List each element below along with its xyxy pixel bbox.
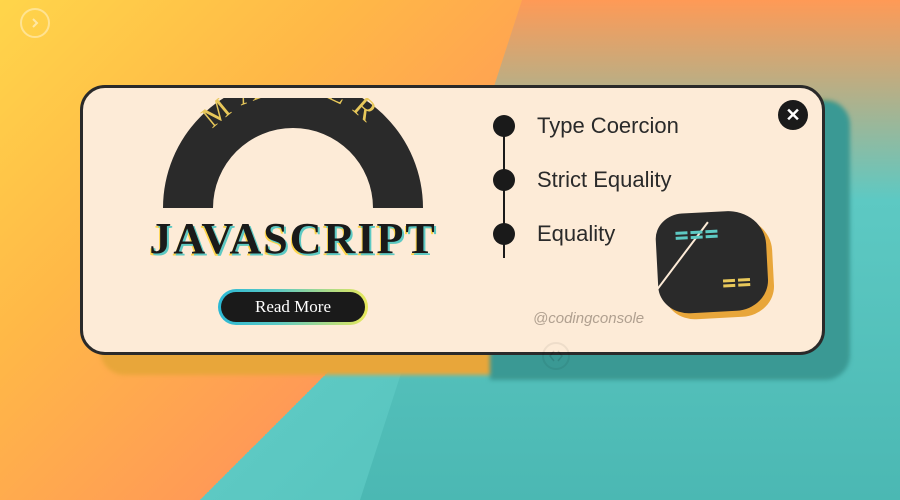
badge-background xyxy=(654,209,769,315)
list-item: Strict Equality xyxy=(493,167,679,193)
double-equals-icon xyxy=(723,278,750,289)
promo-card: ✕ MASTER JAVASCRIPT Read More Type Coerc… xyxy=(80,85,825,355)
list-item: Equality xyxy=(493,221,679,247)
master-arc-badge: MASTER xyxy=(143,98,443,208)
equality-operator-icon xyxy=(657,212,777,322)
bullet-icon xyxy=(493,115,515,137)
close-icon: ✕ xyxy=(785,105,800,126)
social-handle: @codingconsole xyxy=(533,310,644,327)
triple-equals-icon xyxy=(675,230,717,242)
bullet-icon xyxy=(493,223,515,245)
topics-list: Type Coercion Strict Equality Equality xyxy=(493,113,679,275)
close-button[interactable]: ✕ xyxy=(778,100,808,130)
list-item: Type Coercion xyxy=(493,113,679,139)
title-column: MASTER JAVASCRIPT Read More xyxy=(113,98,473,325)
topic-label: Equality xyxy=(537,221,615,247)
topic-label: Strict Equality xyxy=(537,167,672,193)
decorative-arrow-icon xyxy=(20,8,50,38)
topic-label: Type Coercion xyxy=(537,113,679,139)
bullet-icon xyxy=(493,169,515,191)
watermark-icon xyxy=(542,342,570,370)
